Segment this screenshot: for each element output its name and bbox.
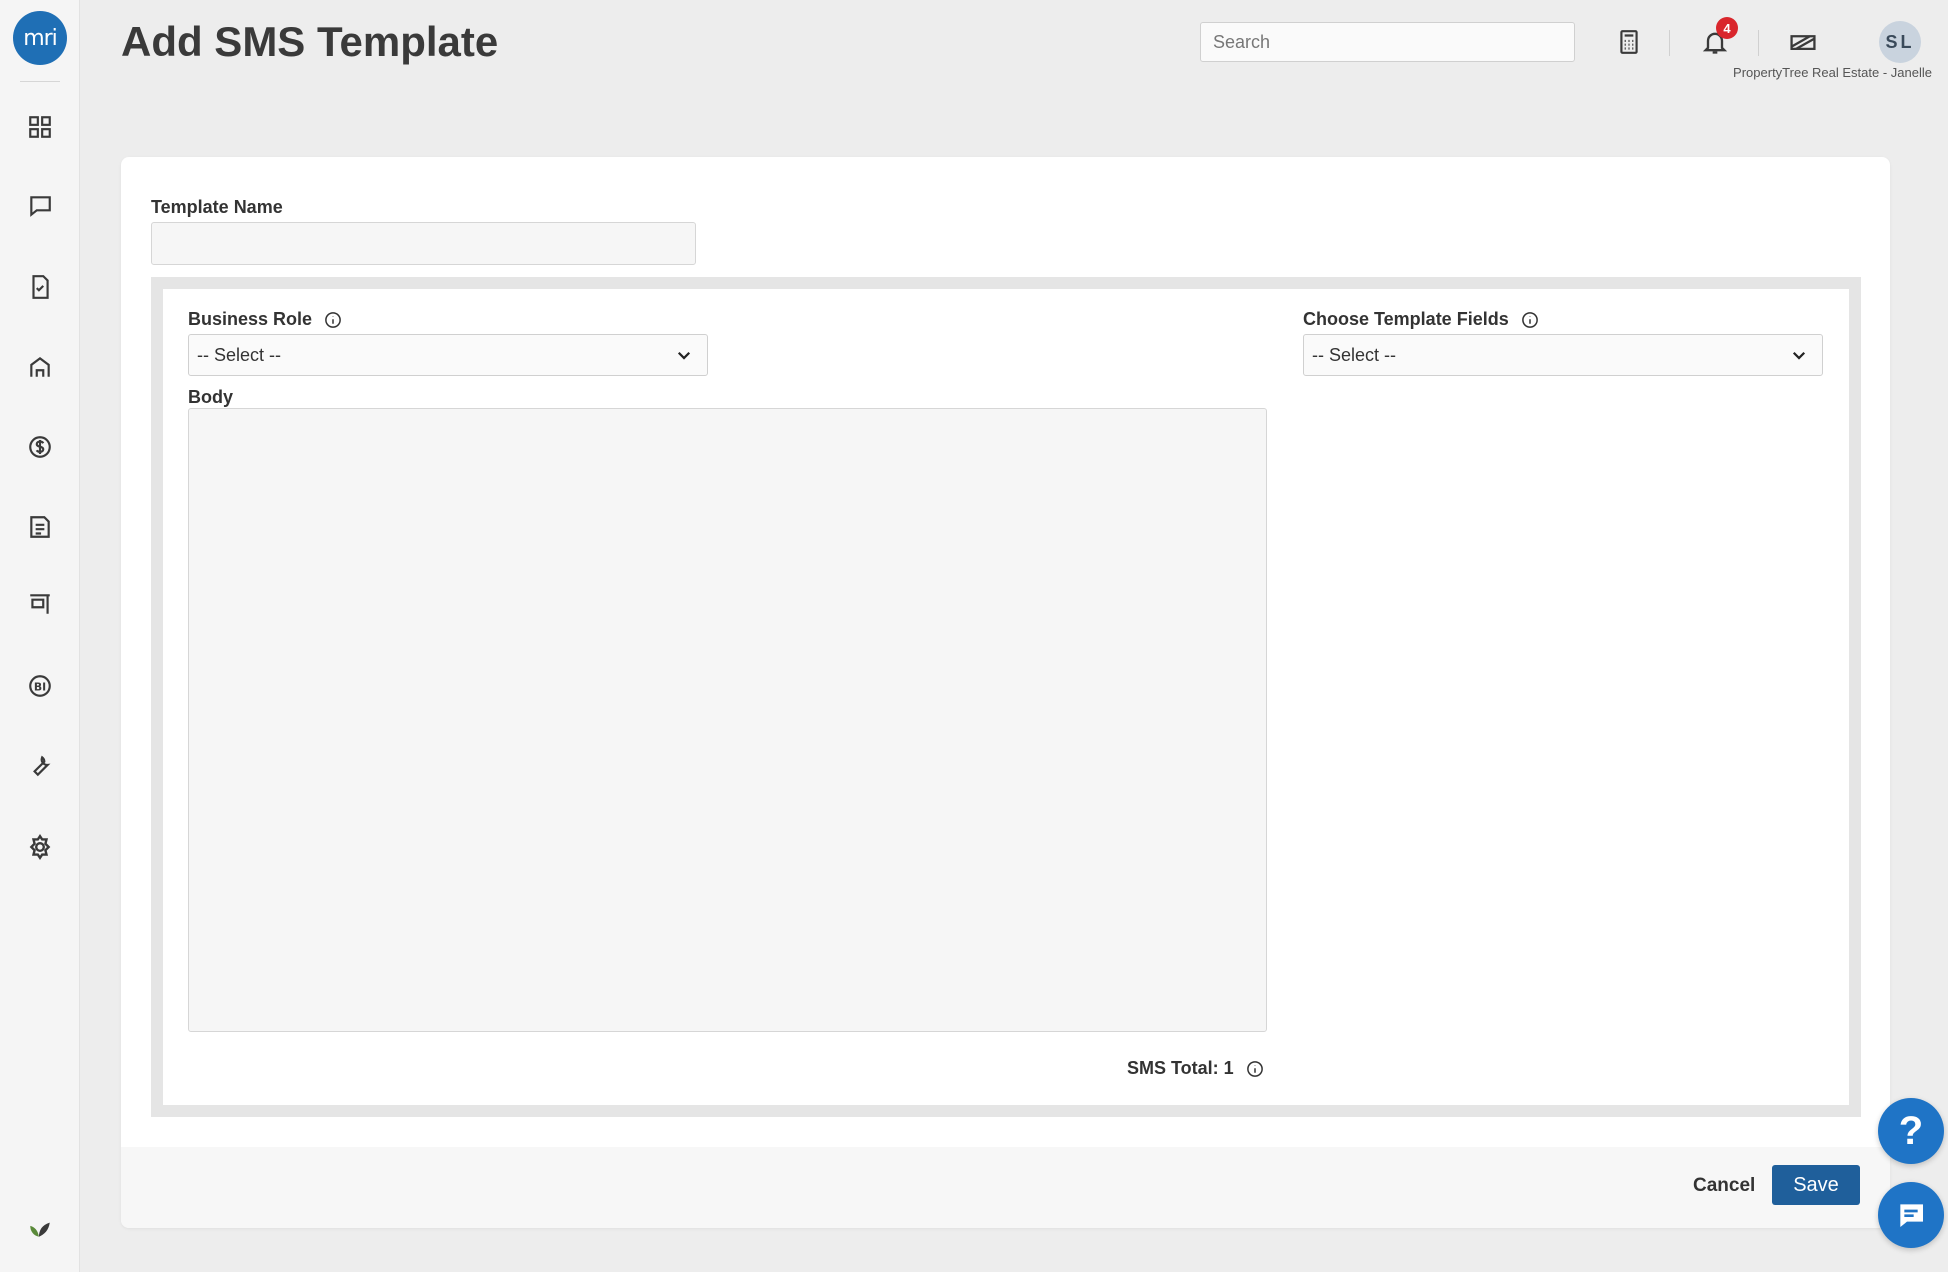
header-divider xyxy=(1758,30,1759,56)
listing-sign-icon[interactable] xyxy=(24,588,56,620)
svg-text:BI: BI xyxy=(34,680,46,693)
business-role-select[interactable]: -- Select -- xyxy=(188,334,708,376)
notification-badge: 4 xyxy=(1716,17,1738,39)
save-button[interactable]: Save xyxy=(1772,1165,1860,1205)
help-button[interactable]: ? xyxy=(1878,1098,1944,1164)
cancel-button[interactable]: Cancel xyxy=(1693,1167,1755,1205)
header-divider xyxy=(1669,30,1670,56)
sms-total: SMS Total: 1 xyxy=(1127,1058,1264,1079)
property-house-icon[interactable] xyxy=(24,351,56,383)
template-name-input[interactable] xyxy=(151,222,696,265)
body-label: Body xyxy=(188,387,233,407)
page-title: Add SMS Template xyxy=(121,18,499,65)
info-icon[interactable] xyxy=(324,311,342,329)
switch-office-icon[interactable] xyxy=(1785,24,1821,60)
task-document-icon[interactable] xyxy=(24,271,56,303)
gear-icon[interactable] xyxy=(24,831,56,863)
chevron-down-icon xyxy=(677,351,691,360)
info-icon[interactable] xyxy=(1246,1060,1264,1078)
chat-icon xyxy=(1899,1204,1923,1227)
avatar[interactable]: SL xyxy=(1879,21,1921,63)
business-role-label: Business Role xyxy=(188,309,342,330)
sidebar-divider xyxy=(20,81,60,82)
info-icon[interactable] xyxy=(1521,311,1539,329)
sidebar: mri BI xyxy=(0,0,80,1272)
template-editor-panel: Business Role -- Select -- Choose Templa… xyxy=(151,277,1861,1117)
mri-logo[interactable]: mri xyxy=(13,11,67,65)
leaf-icon[interactable] xyxy=(24,1211,56,1243)
account-label: PropertyTree Real Estate - Janelle xyxy=(1733,65,1932,80)
chat-button[interactable] xyxy=(1878,1182,1944,1248)
report-document-icon[interactable] xyxy=(24,511,56,543)
template-name-label: Template Name xyxy=(151,197,283,217)
body-textarea[interactable] xyxy=(188,408,1267,1032)
template-fields-label: Choose Template Fields xyxy=(1303,309,1539,330)
calculator-icon[interactable] xyxy=(1611,24,1647,60)
wrench-icon[interactable] xyxy=(24,750,56,782)
dollar-icon[interactable] xyxy=(24,431,56,463)
template-fields-select[interactable]: -- Select -- xyxy=(1303,334,1823,376)
search-input[interactable] xyxy=(1200,22,1575,62)
chevron-down-icon xyxy=(1792,351,1806,360)
dashboard-grid-icon[interactable] xyxy=(24,111,56,143)
bi-icon[interactable]: BI xyxy=(24,670,56,702)
form-footer: Cancel Save xyxy=(121,1147,1890,1228)
chat-bubble-icon[interactable] xyxy=(24,190,56,222)
template-form-card: Template Name Business Role -- Select --… xyxy=(121,157,1890,1228)
